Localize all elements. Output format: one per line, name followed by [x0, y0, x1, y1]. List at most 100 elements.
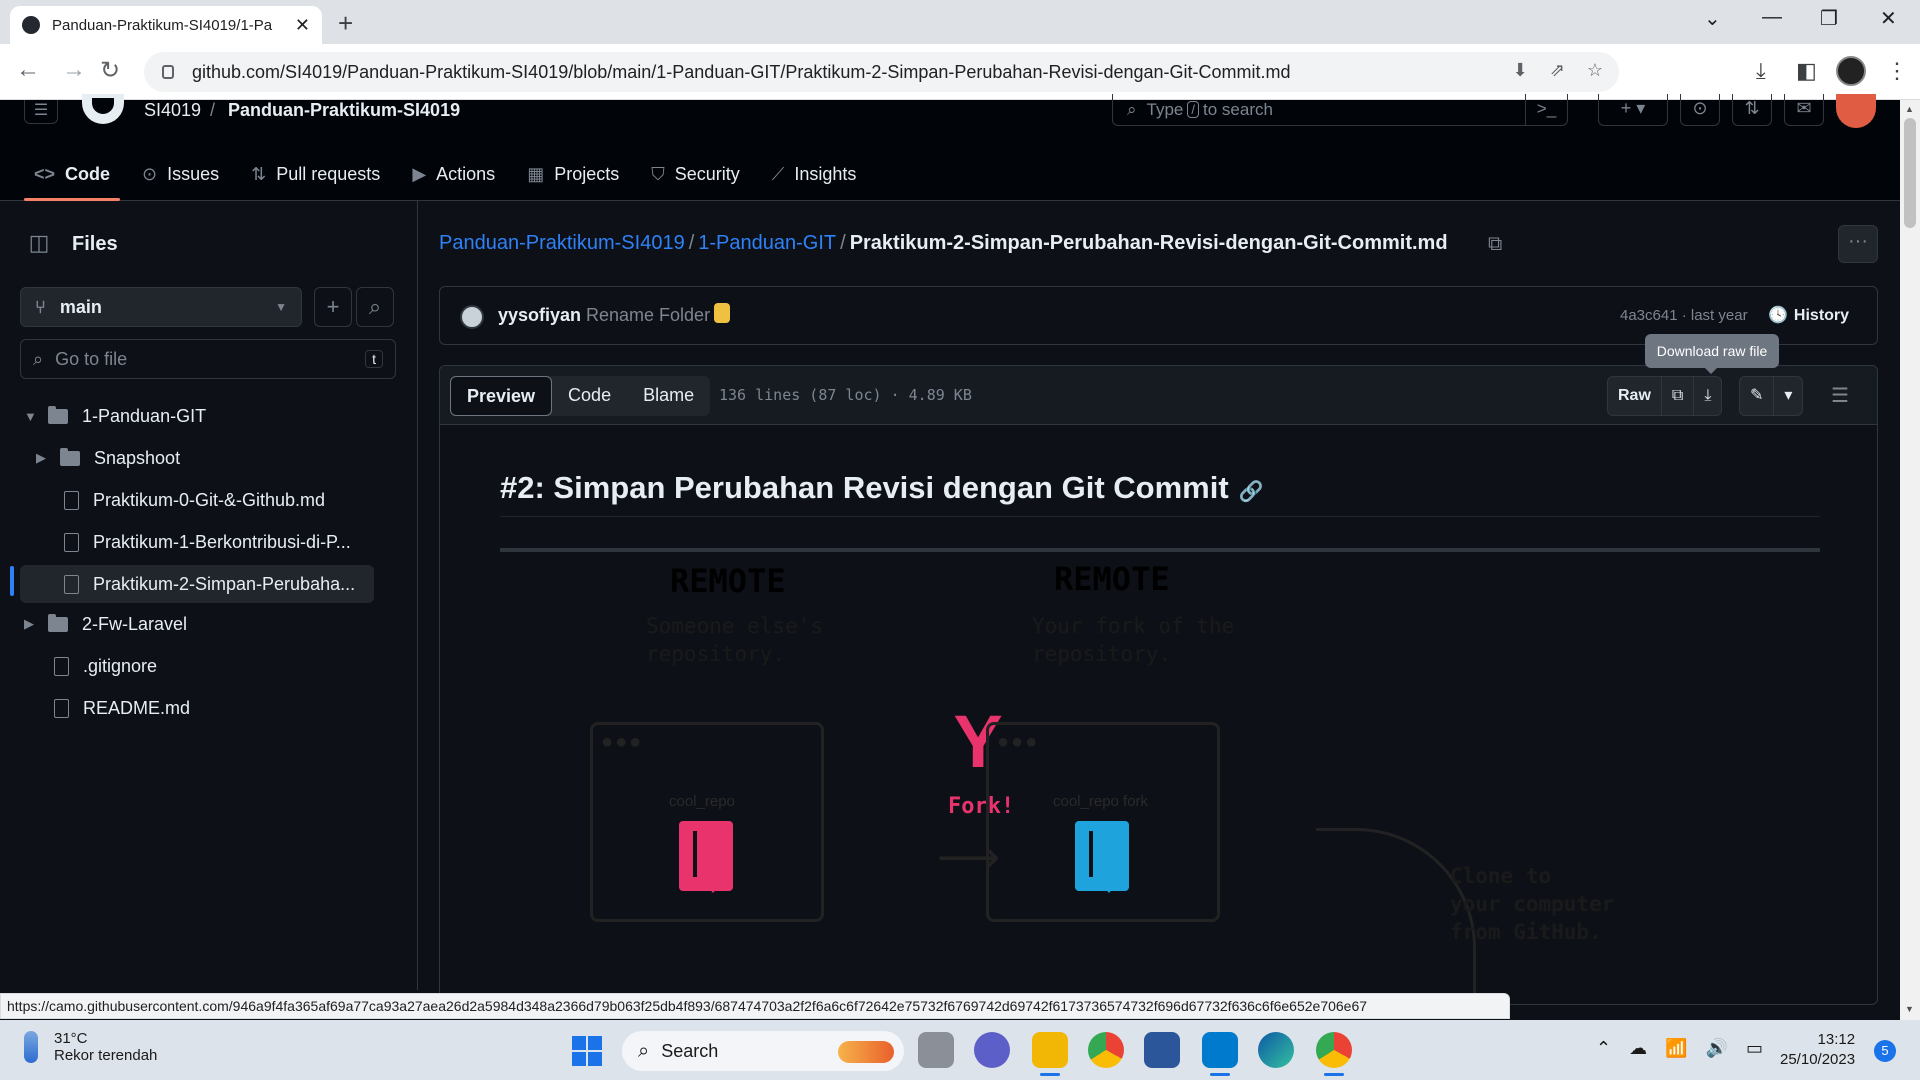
- history-button[interactable]: 🕓 History: [1768, 305, 1849, 325]
- close-window-button[interactable]: ✕: [1880, 6, 1897, 31]
- browser-toolbar: ← → ↻ github.com/SI4019/Panduan-Praktiku…: [0, 44, 1920, 100]
- tab-insights[interactable]: ⟋ Insights: [758, 154, 871, 194]
- restore-button[interactable]: ❐: [1820, 6, 1838, 31]
- lock-icon[interactable]: [162, 65, 174, 79]
- create-new-button[interactable]: + ▾: [1598, 94, 1668, 126]
- commit-hash-time[interactable]: 4a3c641 · last year: [1620, 307, 1748, 324]
- close-tab-icon[interactable]: ✕: [295, 15, 310, 36]
- breadcrumb-folder-link[interactable]: 1-Panduan-GIT: [698, 232, 836, 254]
- onedrive-cloud-icon[interactable]: ☁: [1629, 1038, 1647, 1059]
- tab-projects[interactable]: ▦ Projects: [513, 154, 633, 194]
- edit-pencil-icon[interactable]: ✎: [1740, 377, 1775, 415]
- browser-profile-avatar[interactable]: [1836, 56, 1866, 86]
- tree-item-file[interactable]: .gitignore: [54, 647, 157, 685]
- go-to-file-input[interactable]: ⌕ Go to file t: [20, 339, 396, 379]
- outline-list-icon[interactable]: ☰: [1820, 376, 1860, 416]
- tree-item-file[interactable]: Praktikum-0-Git-&-Github.md: [64, 481, 325, 519]
- chrome-active-icon[interactable]: [1316, 1032, 1352, 1076]
- bookmark-star-icon[interactable]: ☆: [1587, 60, 1603, 81]
- branch-selector[interactable]: ⑂ main ▼: [20, 287, 302, 327]
- github-logo-icon[interactable]: [82, 94, 124, 124]
- tree-item-folder[interactable]: ▶ 2-Fw-Laravel: [24, 605, 187, 643]
- tree-item-folder[interactable]: ▶ Snapshoot: [36, 439, 180, 477]
- pull-requests-header-icon[interactable]: ⇅: [1732, 94, 1772, 126]
- tree-item-file[interactable]: README.md: [54, 689, 190, 727]
- forward-button[interactable]: →: [62, 56, 86, 84]
- install-app-icon[interactable]: ⬇: [1513, 60, 1528, 81]
- minimize-button[interactable]: —: [1762, 6, 1782, 29]
- hamburger-menu-button[interactable]: ☰: [24, 100, 58, 124]
- scroll-down-icon[interactable]: ▼: [1905, 1004, 1914, 1014]
- scrollbar-thumb[interactable]: [1904, 118, 1916, 228]
- wifi-icon[interactable]: 📶: [1665, 1038, 1687, 1059]
- author-avatar[interactable]: [460, 305, 484, 329]
- tab-actions[interactable]: ▶ Actions: [398, 154, 509, 194]
- side-panel-icon[interactable]: ◧: [1796, 58, 1817, 84]
- tab-pull-requests[interactable]: ⇅ Pull requests: [237, 154, 394, 194]
- edit-dropdown-icon[interactable]: ▾: [1774, 377, 1802, 415]
- chevron-right-icon[interactable]: ▶: [36, 450, 54, 466]
- downloads-icon[interactable]: ⤓: [1756, 58, 1766, 84]
- anchor-link-icon[interactable]: 🔗: [1239, 481, 1264, 503]
- tab-search-chevron-icon[interactable]: ⌄: [1704, 6, 1721, 31]
- chevron-down-icon[interactable]: ▼: [24, 409, 42, 424]
- new-tab-button[interactable]: +: [338, 8, 353, 39]
- repo-name-link[interactable]: Panduan-Praktikum-SI4019: [228, 100, 460, 121]
- file-explorer-icon[interactable]: [1032, 1032, 1068, 1076]
- tab-issues[interactable]: ⊙ Issues: [128, 154, 233, 194]
- commit-message[interactable]: Rename Folder: [586, 305, 710, 326]
- windows-start-icon[interactable]: [572, 1036, 602, 1066]
- search-files-button[interactable]: ⌕: [356, 287, 394, 327]
- vscode-icon[interactable]: [1202, 1032, 1238, 1076]
- tree-item-file[interactable]: Praktikum-1-Berkontribusi-di-P...: [64, 523, 351, 561]
- volume-icon[interactable]: 🔊: [1706, 1038, 1728, 1059]
- address-bar[interactable]: github.com/SI4019/Panduan-Praktikum-SI40…: [144, 52, 1619, 92]
- github-search-input[interactable]: ⌕ Type / to search >_: [1112, 94, 1568, 126]
- copy-path-icon[interactable]: ⧉: [1488, 233, 1502, 256]
- browser-tab[interactable]: Panduan-Praktikum-SI4019/1-Pa ✕: [10, 6, 322, 44]
- tree-item-file-selected[interactable]: Praktikum-2-Simpan-Perubaha...: [20, 565, 374, 603]
- reload-button[interactable]: ↻: [100, 56, 120, 85]
- collapse-sidebar-icon[interactable]: ◫: [20, 225, 58, 263]
- command-palette-icon[interactable]: >_: [1525, 94, 1567, 126]
- chrome-icon[interactable]: [1088, 1032, 1124, 1068]
- task-view-icon[interactable]: [918, 1032, 954, 1068]
- commit-author[interactable]: yysofiyan: [498, 305, 581, 326]
- copy-raw-icon[interactable]: ⧉: [1662, 377, 1695, 415]
- user-avatar[interactable]: [1836, 94, 1876, 128]
- weather-widget[interactable]: 31°C Rekor terendah: [24, 1030, 157, 1064]
- microsoft-store-icon[interactable]: [1144, 1032, 1180, 1068]
- notification-badge[interactable]: 5: [1874, 1040, 1896, 1062]
- inbox-icon[interactable]: ✉: [1784, 94, 1824, 126]
- battery-icon[interactable]: ▭: [1746, 1038, 1763, 1059]
- taskbar-search[interactable]: ⌕ Search: [622, 1031, 904, 1071]
- tab-issues-label: Issues: [167, 163, 220, 184]
- back-button[interactable]: ←: [16, 56, 40, 84]
- show-hidden-icons-icon[interactable]: ⌃: [1596, 1038, 1611, 1059]
- download-raw-icon[interactable]: ⤓: [1694, 377, 1721, 415]
- tree-item-folder[interactable]: ▼ 1-Panduan-GIT: [24, 397, 206, 435]
- tab-security[interactable]: ⛉ Security: [637, 154, 754, 194]
- search-icon: ⌕: [1127, 99, 1137, 119]
- taskbar-clock[interactable]: 13:12 25/10/2023: [1780, 1030, 1855, 1070]
- clone-label: Clone to your computer from GitHub.: [1450, 862, 1614, 946]
- issues-header-icon[interactable]: ⊙: [1680, 94, 1720, 126]
- edge-icon[interactable]: [1258, 1032, 1294, 1068]
- tab-code[interactable]: <> Code: [20, 154, 124, 201]
- teams-chat-icon[interactable]: [974, 1032, 1010, 1068]
- more-options-button[interactable]: ···: [1838, 225, 1878, 263]
- scroll-up-icon[interactable]: ▲: [1905, 104, 1914, 114]
- tree-item-label: README.md: [83, 697, 191, 718]
- tab-blame[interactable]: Blame: [627, 376, 710, 416]
- raw-button[interactable]: Raw: [1608, 377, 1662, 415]
- tab-code-view[interactable]: Code: [552, 376, 627, 416]
- browser-menu-icon[interactable]: ⋮: [1886, 58, 1908, 84]
- repo-owner-link[interactable]: SI4019: [144, 100, 201, 121]
- add-file-button[interactable]: +: [314, 287, 352, 327]
- page-scrollbar[interactable]: ▲ ▼: [1900, 100, 1920, 1020]
- fork-clone-illustration[interactable]: REMOTE Someone else's repository. REMOTE…: [590, 560, 1670, 1004]
- tab-preview[interactable]: Preview: [450, 376, 553, 416]
- breadcrumb-repo-link[interactable]: Panduan-Praktikum-SI4019: [439, 232, 685, 254]
- chevron-right-icon[interactable]: ▶: [24, 616, 42, 632]
- share-icon[interactable]: ⇗: [1550, 60, 1565, 81]
